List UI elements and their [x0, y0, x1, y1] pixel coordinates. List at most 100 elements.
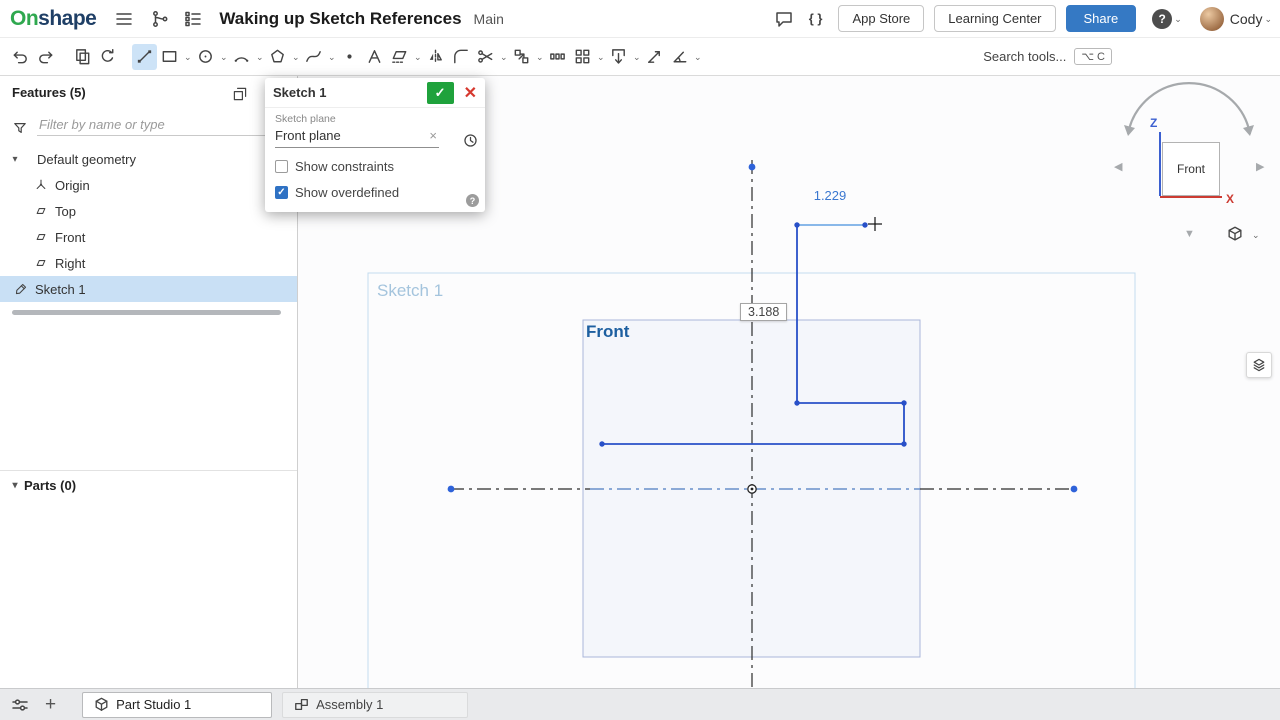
dimension-value[interactable]: 1.229	[795, 188, 865, 203]
chevron-down-icon[interactable]: ⌄	[595, 52, 606, 62]
mirror-tool-button[interactable]	[423, 44, 448, 70]
insert-image-tool-button[interactable]	[606, 44, 631, 70]
rectangle-tool-button[interactable]	[157, 44, 182, 70]
sketch-vertex[interactable]	[599, 441, 604, 446]
circle-tool-button[interactable]	[193, 44, 218, 70]
redo-button[interactable]	[33, 44, 58, 70]
filter-row	[12, 114, 284, 136]
chevron-down-icon[interactable]: ⌄	[1172, 14, 1184, 24]
chevron-down-icon[interactable]: ⌄	[326, 52, 337, 62]
tree-item-sketch-1[interactable]: Sketch 1	[0, 276, 297, 302]
copy-button[interactable]	[70, 44, 95, 70]
arc-tool-button[interactable]	[229, 44, 254, 70]
line-tool-icon	[135, 47, 154, 66]
show-overdefined-checkbox[interactable]: ✓	[275, 186, 288, 199]
chevron-down-icon[interactable]: ⌄	[498, 52, 509, 62]
rotate-left-arrow-icon[interactable]: ◀	[1114, 160, 1122, 173]
rotate-right-arrow-icon[interactable]: ▶	[1256, 160, 1264, 173]
construction-tool-button[interactable]	[387, 44, 412, 70]
chevron-down-icon[interactable]: ⌄	[534, 52, 545, 62]
chevron-down-icon[interactable]: ⌄	[631, 52, 642, 62]
chevron-down-icon[interactable]: ⌄	[290, 52, 301, 62]
caret-down-icon[interactable]: ▾	[6, 154, 24, 165]
rectangular-pattern-tool-button[interactable]	[570, 44, 595, 70]
spline-tool-button[interactable]	[301, 44, 326, 70]
chevron-down-icon[interactable]: ⌄	[412, 52, 423, 62]
dimension-tool-button[interactable]	[642, 44, 667, 70]
chevron-down-icon[interactable]: ⌄	[254, 52, 265, 62]
dialog-help-button[interactable]: ?	[466, 194, 479, 207]
tab-assembly-1[interactable]: Assembly 1	[282, 692, 468, 718]
tab-part-studio-1[interactable]: Part Studio 1	[82, 692, 272, 718]
fillet-tool-button[interactable]	[448, 44, 473, 70]
share-button[interactable]: Share	[1066, 5, 1137, 32]
tree-item-origin[interactable]: Origin	[0, 172, 297, 198]
featurescript-icon[interactable]: { }	[809, 11, 823, 26]
rotate-down-arrow-icon[interactable]: ▼	[1184, 228, 1195, 240]
chevron-down-icon[interactable]: ⌄	[1262, 14, 1274, 24]
viewcube-front-face[interactable]: Front	[1162, 142, 1220, 196]
view-options-button[interactable]	[1226, 225, 1244, 248]
chevron-down-icon[interactable]: ⌄	[1250, 230, 1262, 240]
onshape-logo[interactable]: Onshape	[10, 7, 96, 31]
axis-endpoint[interactable]	[1071, 486, 1078, 493]
learning-center-button[interactable]: Learning Center	[934, 5, 1055, 32]
comments-button[interactable]	[774, 9, 794, 29]
clear-selection-icon[interactable]: ×	[427, 128, 439, 143]
sketch-plane-field[interactable]: Front plane ×	[275, 125, 439, 148]
search-tools[interactable]: Search tools... ⌥ C	[983, 48, 1112, 65]
selection-ring-button[interactable]	[462, 132, 479, 154]
help-button[interactable]: ?	[1152, 9, 1172, 29]
caret-down-icon[interactable]: ▾	[6, 480, 24, 491]
tab-manager-button[interactable]	[10, 695, 30, 715]
sketch-dialog: Sketch 1 ✓ ✕ Sketch plane Front plane × …	[265, 78, 485, 212]
sketch-vertex[interactable]	[862, 222, 867, 227]
versions-icon	[150, 9, 170, 29]
text-tool-button[interactable]	[362, 44, 387, 70]
chevron-down-icon[interactable]: ⌄	[218, 52, 229, 62]
versions-button[interactable]	[150, 9, 170, 29]
new-tab-button[interactable]: +	[45, 695, 56, 714]
sketch-vertex[interactable]	[901, 441, 906, 446]
cancel-button[interactable]: ✕	[464, 83, 477, 103]
display-panel-toggle[interactable]	[1246, 352, 1272, 378]
plane-icon	[34, 204, 48, 218]
chevron-down-icon[interactable]: ⌄	[692, 52, 703, 62]
feature-list-button[interactable]	[183, 9, 203, 29]
user-name[interactable]: Cody	[1230, 11, 1263, 27]
undo-button[interactable]	[8, 44, 33, 70]
trim-tool-button[interactable]	[473, 44, 498, 70]
features-tree: ▾ Default geometry Origin Top Front Righ…	[0, 146, 297, 302]
overdefined-dimension[interactable]: 3.188	[740, 303, 787, 321]
tree-item-right-plane[interactable]: Right	[0, 250, 297, 276]
axis-endpoint[interactable]	[448, 486, 455, 493]
show-constraints-checkbox[interactable]	[275, 160, 288, 173]
chevron-down-icon[interactable]: ⌄	[182, 52, 193, 62]
branch-selector[interactable]: Main	[474, 11, 504, 27]
sketch-vertex[interactable]	[901, 400, 906, 405]
angle-constraint-tool-button[interactable]	[667, 44, 692, 70]
confirm-button[interactable]: ✓	[427, 82, 454, 104]
axis-endpoint[interactable]	[749, 164, 756, 171]
tree-item-front-plane[interactable]: Front	[0, 224, 297, 250]
sketch-plane-field-label: Sketch plane	[275, 113, 475, 125]
sketch-vertex[interactable]	[794, 222, 799, 227]
point-tool-button[interactable]	[337, 44, 362, 70]
document-title: Waking up Sketch References	[219, 9, 461, 29]
app-store-button[interactable]: App Store	[838, 5, 924, 32]
avatar[interactable]	[1200, 7, 1224, 31]
linear-pattern-tool-button[interactable]	[545, 44, 570, 70]
tree-item-default-geometry[interactable]: ▾ Default geometry	[0, 146, 297, 172]
polygon-tool-button[interactable]	[265, 44, 290, 70]
filter-input[interactable]	[37, 114, 284, 136]
rotate-view-arc-icon[interactable]	[1098, 80, 1280, 140]
transform-tool-button[interactable]	[509, 44, 534, 70]
line-tool-button[interactable]	[132, 44, 157, 70]
tree-item-top-plane[interactable]: Top	[0, 198, 297, 224]
rollback-bar[interactable]	[12, 310, 281, 315]
parts-header[interactable]: ▾ Parts (0)	[0, 471, 297, 499]
reuse-button[interactable]	[95, 44, 120, 70]
popout-panel-button[interactable]	[232, 86, 248, 107]
main-menu-button[interactable]	[114, 9, 134, 29]
sketch-vertex[interactable]	[794, 400, 799, 405]
